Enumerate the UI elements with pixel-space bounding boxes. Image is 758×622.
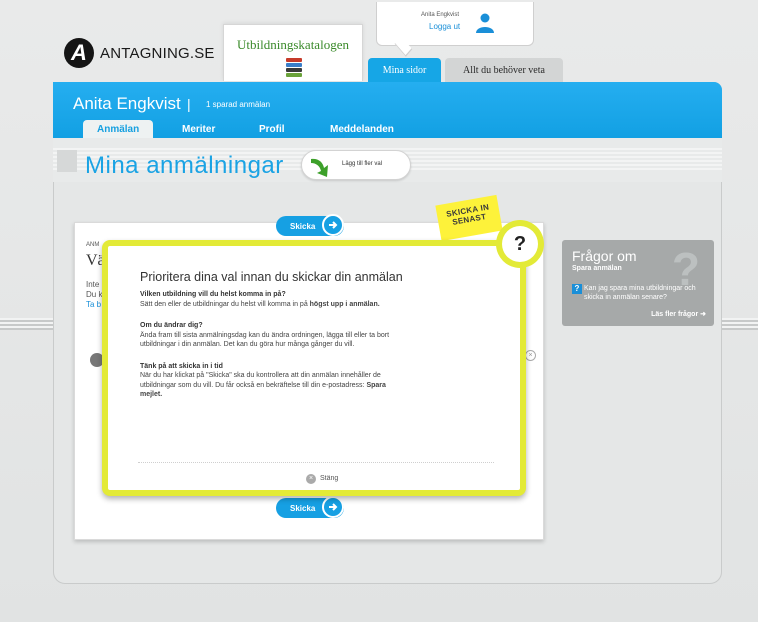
card-remove-link[interactable]: Ta b (86, 300, 101, 309)
send-button-bottom-label: Skicka (290, 504, 316, 513)
modal-body: Vilken utbildning vill du helst komma in… (140, 290, 402, 412)
subnav-meddelanden[interactable]: Meddelanden (330, 124, 394, 135)
card-line-2: Du k (86, 290, 103, 299)
decor-lines-left (0, 318, 54, 330)
tab-allt-du-behover-veta[interactable]: Allt du behöver veta (445, 58, 563, 82)
modal-section-text: Sätt den eller de utbildningar du helst … (140, 300, 310, 308)
logout-link[interactable]: Logga ut (429, 22, 460, 31)
remove-choice-icon[interactable]: × (525, 350, 536, 361)
modal-section-emphasis: högst upp i anmälan. (309, 300, 380, 308)
subnav-meriter[interactable]: Meriter (182, 124, 215, 135)
user-avatar-icon (476, 13, 494, 33)
arrow-right-icon (322, 496, 344, 518)
faq-question-icon: ? (572, 284, 582, 294)
green-arrow-icon (311, 158, 328, 177)
profile-name: Anita Engkvist (73, 94, 181, 113)
faq-subtitle: Spara anmälan (572, 265, 622, 272)
sub-navigation: Anmälan Meriter Profil Meddelanden (53, 120, 722, 138)
subnav-anmalan[interactable]: Anmälan (83, 120, 154, 138)
send-button-top[interactable]: Skicka (276, 214, 344, 236)
modal-section-2: Om du ändrar dig? Ända fram till sista a… (140, 321, 402, 350)
site-logo[interactable]: A ANTAGNING.SE (64, 38, 215, 68)
modal-help-badge: ? (496, 220, 544, 268)
faq-title: Frågor om (572, 248, 637, 264)
add-more-choices-button[interactable]: Lägg till fler val (301, 150, 411, 180)
tab-utbildningskatalogen[interactable]: Utbildningskatalogen (223, 24, 363, 81)
faq-more-label: Läs fler frågor (651, 311, 699, 318)
modal-section-text: När du har klickat på "Skicka" ska du ko… (140, 372, 381, 389)
faq-box: ? Frågor om Spara anmälan ? Kan jag spar… (562, 240, 714, 326)
page-title: Mina anmälningar (85, 152, 284, 179)
books-icon (286, 58, 302, 78)
help-question-icon: ? (502, 226, 538, 262)
tab-mina-sidor[interactable]: Mina sidor (368, 58, 441, 82)
logo-text: ANTAGNING.SE (100, 44, 215, 62)
header-separator: | (187, 96, 191, 112)
logo-mark: A (64, 38, 94, 68)
add-more-label: Lägg till fler val (342, 161, 383, 167)
heading-decor (57, 150, 77, 172)
faq-question-link[interactable]: Kan jag spara mina utbildningar och skic… (584, 284, 708, 302)
modal-section-text: Ända fram till sista anmälningsdag kan d… (140, 331, 390, 349)
user-card: Anita Engkvist Logga ut (376, 2, 534, 46)
modal-close-label: Stäng (320, 475, 339, 482)
modal-section-heading: Tänk på att skicka in i tid (140, 362, 223, 370)
modal-section-heading: Vilken utbildning vill du helst komma in… (140, 291, 286, 298)
saved-count: 1 sparad anmälan (206, 100, 271, 109)
send-button-bottom[interactable]: Skicka (276, 496, 344, 518)
decor-lines-right (722, 318, 758, 330)
card-small-header: ANM (86, 242, 100, 248)
tab-utbildningskatalogen-label: Utbildningskatalogen (237, 37, 349, 52)
card-line-1: Inte (86, 280, 100, 289)
modal-section-1: Vilken utbildning vill du helst komma in… (140, 290, 402, 309)
close-icon: × (306, 474, 316, 484)
subnav-profil[interactable]: Profil (259, 124, 285, 135)
modal-section-3: Tänk på att skicka in i tid När du har k… (140, 362, 402, 400)
profile-header: Anita Engkvist | 1 sparad anmälan Anmäla… (53, 82, 722, 138)
priority-modal: Prioritera dina val innan du skickar din… (102, 240, 526, 496)
send-button-top-label: Skicka (290, 222, 316, 231)
modal-divider (138, 462, 494, 463)
faq-more-link[interactable]: Läs fler frågor ➜ (651, 310, 706, 318)
arrow-right-icon (322, 214, 344, 236)
heading-band: Mina anmälningar Lägg till fler val (53, 138, 722, 182)
modal-title: Prioritera dina val innan du skickar din… (140, 270, 403, 284)
user-name: Anita Engkvist (421, 12, 460, 18)
modal-section-heading: Om du ändrar dig? (140, 322, 203, 329)
